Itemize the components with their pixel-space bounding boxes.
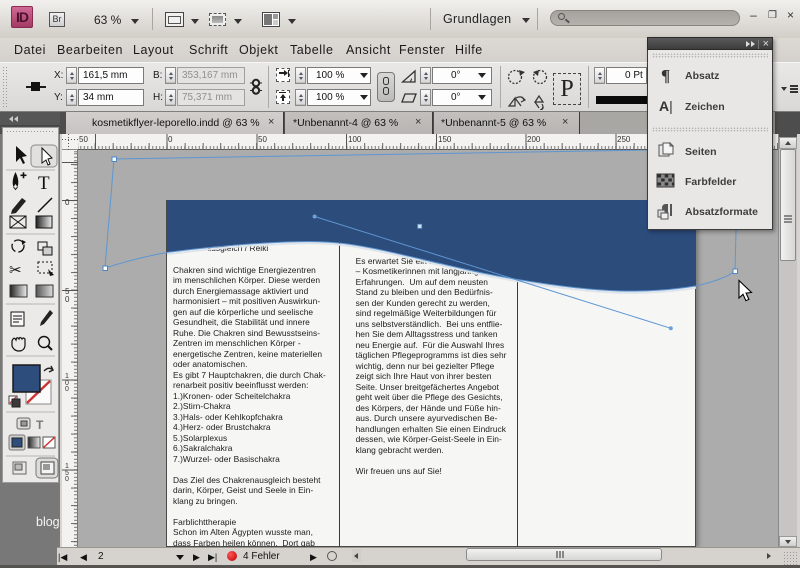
svg-text:✂: ✂ xyxy=(9,262,22,279)
svg-text:T: T xyxy=(38,173,50,194)
svg-text:T: T xyxy=(36,418,44,432)
